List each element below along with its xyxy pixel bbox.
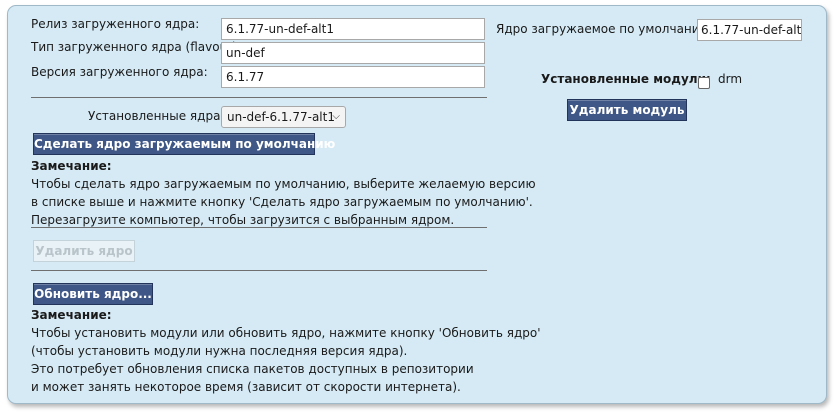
flavour-field[interactable]: un-def: [221, 42, 485, 64]
note-line: Это потребует обновления списка пакетов …: [31, 362, 474, 376]
divider: [31, 270, 487, 271]
note-line: и может занять некоторое время (зависит …: [31, 380, 461, 394]
module-checkbox-drm[interactable]: [698, 77, 710, 89]
note-default-kernel: Замечание: Чтобы сделать ядро загружаемы…: [31, 157, 536, 229]
version-field[interactable]: 6.1.77: [221, 66, 485, 88]
installed-kernels-label: Установленные ядра:: [88, 109, 225, 123]
note-line: в списке выше и нажмите кнопку 'Сделать …: [31, 195, 533, 209]
version-label: Версия загруженного ядра:: [31, 65, 208, 79]
set-default-kernel-button[interactable]: Сделать ядро загружаемым по умолчанию: [33, 133, 335, 155]
chevron-down-icon: ⌵: [332, 111, 340, 122]
divider: [31, 97, 487, 98]
flavour-label: Тип загруженного ядра (flavour):: [31, 40, 241, 54]
installed-kernels-selected: un-def-6.1.77-alt1: [227, 110, 335, 124]
default-kernel-field[interactable]: 6.1.77-un-def-alt1: [697, 19, 802, 41]
update-kernel-button[interactable]: Обновить ядро...: [33, 283, 153, 305]
installed-modules-label: Установленные модули:: [541, 72, 711, 86]
divider: [31, 227, 487, 228]
note-title: Замечание:: [31, 159, 112, 173]
delete-kernel-button[interactable]: Удалить ядро: [33, 240, 135, 262]
release-label: Релиз загруженного ядра:: [31, 17, 200, 31]
release-field[interactable]: 6.1.77-un-def-alt1: [221, 18, 485, 40]
note-title: Замечание:: [31, 308, 112, 322]
note-line: Чтобы сделать ядро загружаемым по умолча…: [31, 177, 536, 191]
note-update-kernel: Замечание: Чтобы установить модули или о…: [31, 306, 541, 396]
module-label-drm: drm: [718, 72, 743, 86]
note-line: Чтобы установить модули или обновить ядр…: [31, 326, 541, 340]
installed-kernels-select[interactable]: un-def-6.1.77-alt1 ⌵: [221, 106, 346, 128]
delete-module-button[interactable]: Удалить модуль: [567, 99, 687, 121]
default-kernel-label: Ядро загружаемое по умолчанию:: [496, 22, 714, 36]
note-line: (чтобы установить модули нужна последняя…: [31, 344, 408, 358]
